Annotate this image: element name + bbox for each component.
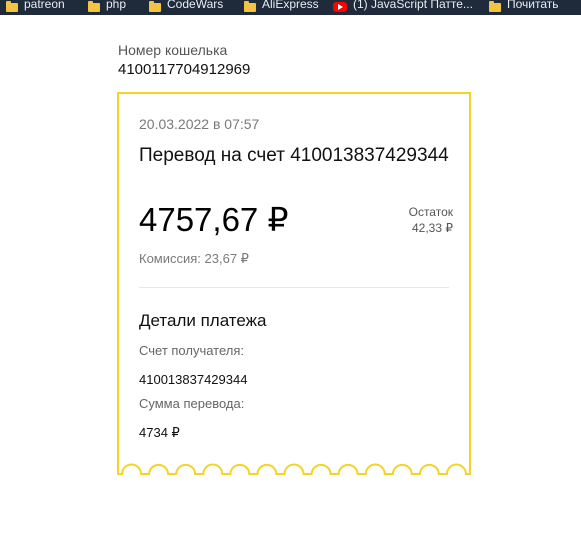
wallet-label: Номер кошелька — [118, 42, 228, 58]
bookmark-pochitat[interactable]: Почитать — [489, 0, 559, 13]
recipient-account-label: Счет получателя: — [139, 343, 245, 358]
bookmark-aliexpress[interactable]: AliExpress — [244, 0, 319, 13]
commission: Комиссия: 23,67 ₽ — [139, 251, 249, 266]
transfer-amount: 4757,67 ₽ — [139, 201, 289, 238]
transaction-date: 20.03.2022 в 07:57 — [139, 116, 260, 132]
payment-details-heading: Детали платежа — [139, 311, 267, 330]
payment-receipt: 20.03.2022 в 07:57 Перевод на счет 41001… — [117, 92, 471, 464]
bookmark-codewars[interactable]: CodeWars — [149, 0, 223, 13]
bookmark-patreon[interactable]: patreon — [6, 0, 65, 13]
divider — [139, 287, 449, 288]
balance-label: Остаток — [408, 205, 453, 219]
bookmark-label: php — [106, 0, 127, 11]
bookmark-label: AliExpress — [262, 0, 319, 11]
folder-icon — [149, 0, 161, 12]
transfer-title: Перевод на счет 410013837429344 — [139, 145, 449, 166]
bookmark-label: patreon — [24, 0, 65, 11]
recipient-account-value: 410013837429344 — [139, 372, 248, 387]
wallet-number: 4100117704912969 — [118, 61, 251, 78]
folder-icon — [489, 0, 501, 12]
transfer-sum-label: Сумма перевода: — [139, 396, 245, 411]
youtube-icon — [333, 2, 347, 12]
bookmark-php[interactable]: php — [88, 0, 126, 13]
bookmarks-bar: patreon php CodeWars AliExpress (1) Java… — [0, 0, 581, 15]
folder-icon — [88, 0, 100, 12]
bookmark-label: CodeWars — [167, 0, 224, 11]
bookmark-javascript-video[interactable]: (1) JavaScript Патте... — [333, 0, 473, 13]
bookmark-label: (1) JavaScript Патте... — [353, 0, 473, 11]
folder-icon — [6, 0, 18, 12]
balance-value: 42,33 ₽ — [412, 221, 453, 235]
receipt-scalloped-edge — [117, 462, 471, 475]
bookmark-label: Почитать — [507, 0, 559, 11]
folder-icon — [244, 0, 256, 12]
transfer-sum-value: 4734 ₽ — [139, 425, 180, 440]
